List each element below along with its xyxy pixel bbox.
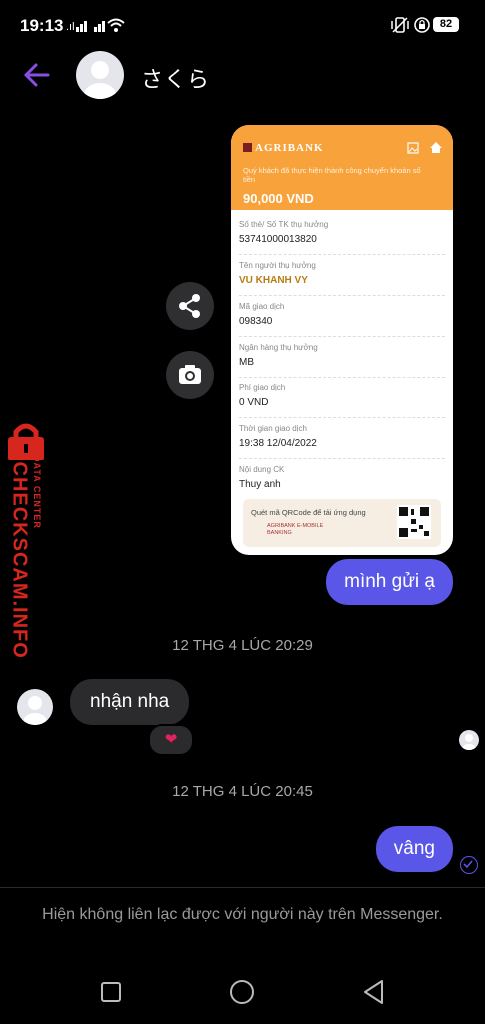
heart-reaction[interactable]: ❤ [148,724,194,756]
contact-avatar-small[interactable] [17,689,53,725]
outgoing-message[interactable]: mình gửi ạ [326,559,453,605]
receipt-row: Nội dung CK Thuy anh [239,465,445,493]
receipt-row-value: MB [239,357,254,368]
system-nav-bar [0,960,485,1024]
timestamp: 12 THG 4 LÚC 20:29 [172,637,313,654]
status-time: 19:13 [20,16,64,35]
receipt-row-label: Mã giao dịch [239,302,285,311]
receipt-row-value: 098340 [239,316,273,327]
divider [0,887,485,888]
default-avatar-icon [84,61,116,99]
qr-caption: Quét mã QRCode để tải ứng dụng [251,508,366,517]
receipt-qr-banner: Quét mã QRCode để tải ứng dụng AGRIBANK … [243,499,441,547]
vibrate-icon [391,17,409,33]
watermark-subtitle: DATA CENTER [32,455,42,529]
lock-rotation-icon [414,17,430,33]
receipt-row-value: 0 VND [239,397,269,408]
seen-avatar [459,730,479,750]
home-icon [430,142,442,153]
receipt-header: AGRIBANK Quý khách đã thực hiện thành cô… [231,125,453,210]
share-button[interactable] [166,282,214,330]
watermark-title: CHECKSCAM.INFO [8,461,31,659]
share-icon [179,294,200,318]
receipt-row: Mã giao dịch 098340 [239,302,445,337]
receipt-row-label: Phí giao dịch [239,383,286,392]
receipt-row-label: Thời gian giao dịch [239,424,307,433]
wifi-icon [107,18,125,32]
camera-icon [179,365,201,384]
home-button[interactable] [229,979,255,1005]
default-avatar-icon [23,696,47,725]
qr-code-icon [397,505,431,539]
receipt-amount: 90,000 VND [243,191,314,206]
status-bar: 19:13 .ıl 82 [0,0,485,50]
receipt-row: Ngân hàng thụ hưởng MB [239,343,445,378]
receipt-row: Thời gian giao dịch 19:38 12/04/2022 [239,424,445,459]
contact-name[interactable]: さくら [141,62,210,94]
qr-app-name: AGRIBANK E-MOBILE BANKING [267,523,324,536]
back-button[interactable] [362,979,386,1005]
agribank-logo-icon [243,143,252,152]
svg-text:.ıl: .ıl [66,21,75,33]
receipt-row-value: VU KHANH VY [239,275,308,286]
receipt-row-label: Tên người thụ hưởng [239,261,316,270]
receipt-row-label: Nội dung CK [239,465,285,474]
receipt-brand: AGRIBANK [255,142,324,154]
receipt-row: Tên người thụ hưởng VU KHANH VY [239,261,445,296]
recent-apps-button[interactable] [100,981,122,1003]
timestamp: 12 THG 4 LÚC 20:45 [172,783,313,800]
camera-button[interactable] [166,351,214,399]
receipt-row: Phí giao dịch 0 VND [239,383,445,418]
battery-indicator: 82 [433,17,459,32]
incoming-message[interactable]: nhận nha [70,679,190,725]
receipt-image-message[interactable]: AGRIBANK Quý khách đã thực hiện thành cô… [231,125,453,555]
receipt-row-label: Ngân hàng thụ hưởng [239,343,318,352]
image-icon [407,142,419,154]
back-arrow-icon[interactable] [22,60,52,90]
delivered-check-icon [460,856,478,874]
receipt-row-label: Số thẻ/ Số TK thụ hưởng [239,220,329,229]
receipt-row: Số thẻ/ Số TK thụ hưởng 53741000013820 [239,220,445,255]
receipt-row-value: 19:38 12/04/2022 [239,438,317,449]
receipt-message: Quý khách đã thực hiện thành công chuyển… [243,166,421,184]
receipt-row-value: 53741000013820 [239,234,317,245]
outgoing-message[interactable]: vâng [375,826,453,872]
unavailable-notice: Hiện không liên lạc được với người này t… [42,906,443,923]
receipt-row-value: Thuy anh [239,479,281,490]
contact-avatar[interactable] [76,51,124,99]
default-avatar-icon [462,734,476,750]
